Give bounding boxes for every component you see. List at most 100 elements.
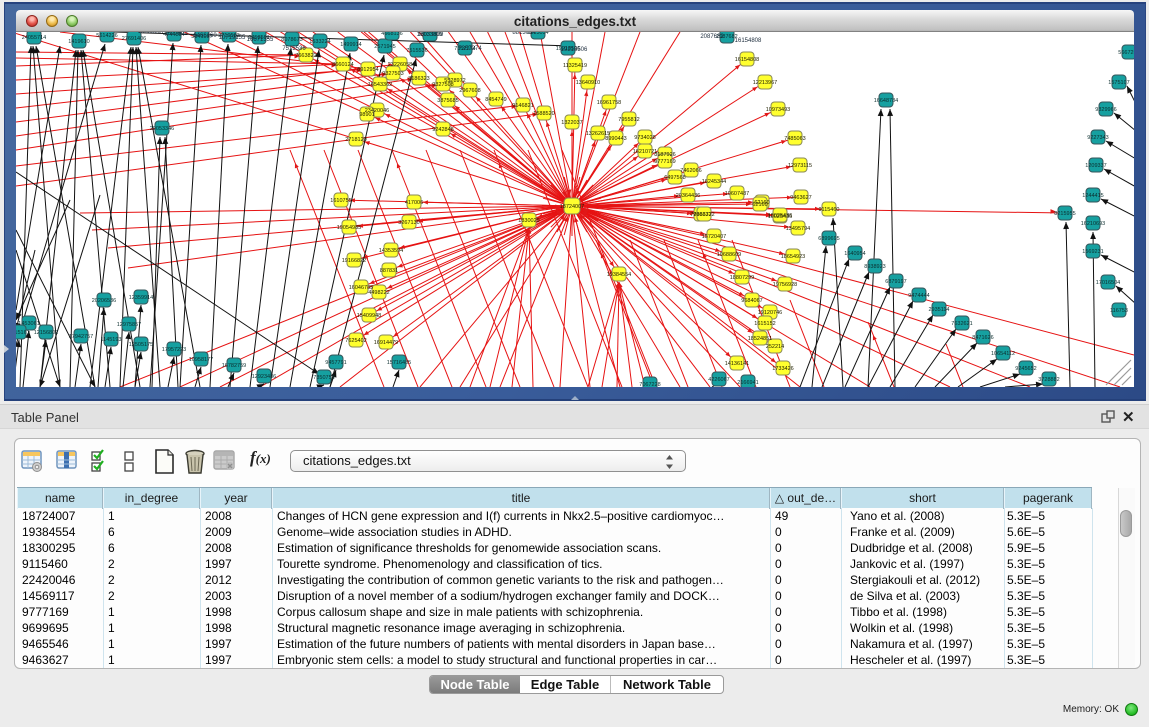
svg-text:887831: 887831: [380, 268, 398, 274]
svg-text:19120746: 19120746: [758, 310, 782, 316]
svg-text:27691406: 27691406: [122, 36, 146, 42]
svg-text:1615152: 1615152: [754, 321, 775, 327]
svg-text:8471626: 8471626: [972, 335, 993, 341]
svg-text:12923486: 12923486: [252, 374, 276, 380]
svg-text:16648784: 16648784: [874, 98, 898, 104]
svg-text:12975857: 12975857: [117, 322, 141, 328]
svg-text:8186323: 8186323: [408, 76, 429, 82]
svg-text:10973493: 10973493: [766, 107, 790, 113]
svg-text:5667265: 5667265: [1118, 50, 1134, 56]
svg-text:3728882: 3728882: [1038, 377, 1059, 383]
svg-text:7067228: 7067228: [639, 382, 660, 387]
svg-text:1419610: 1419610: [68, 39, 89, 45]
svg-text:8215955: 8215955: [1054, 211, 1075, 217]
svg-text:7462066: 7462066: [680, 168, 701, 174]
svg-text:1322037: 1322037: [561, 120, 582, 126]
svg-text:1588520: 1588520: [533, 111, 554, 117]
svg-text:12359914: 12359914: [129, 295, 153, 301]
svg-text:8660124: 8660124: [332, 62, 353, 68]
svg-text:29053346: 29053346: [150, 126, 174, 132]
svg-text:8078673: 8078673: [281, 37, 302, 43]
svg-text:2166941: 2166941: [737, 380, 758, 386]
svg-text:12213967: 12213967: [753, 80, 777, 86]
svg-text:1575107: 1575107: [1108, 80, 1129, 86]
svg-text:13640910: 13640910: [576, 80, 600, 86]
svg-text:16961758: 16961758: [597, 100, 621, 106]
svg-text:10025436: 10025436: [768, 213, 792, 219]
svg-text:4498222: 4498222: [368, 290, 389, 296]
svg-text:6497568: 6497568: [664, 175, 685, 181]
svg-text:7955812: 7955812: [618, 117, 639, 123]
svg-text:6466160: 6466160: [193, 33, 217, 39]
svg-text:11325419: 11325419: [563, 63, 587, 69]
svg-text:9242848: 9242848: [432, 127, 453, 133]
svg-text:1244415: 1244415: [1082, 193, 1103, 199]
svg-text:6899695: 6899695: [818, 236, 839, 242]
svg-text:10853267: 10853267: [138, 32, 165, 35]
svg-text:417006: 417006: [405, 200, 423, 206]
svg-text:6879197: 6879197: [885, 279, 906, 285]
svg-text:1569231: 1569231: [1082, 249, 1103, 255]
svg-text:8813054: 8813054: [512, 32, 536, 36]
svg-text:17016504: 17016504: [1096, 280, 1120, 286]
svg-text:7515536: 7515536: [406, 48, 427, 54]
svg-text:2718120: 2718120: [345, 137, 366, 143]
svg-text:7632621: 7632621: [951, 321, 972, 327]
svg-text:18524851: 18524851: [748, 336, 772, 342]
svg-text:7357274: 7357274: [458, 46, 482, 52]
svg-text:8912954: 8912954: [357, 67, 378, 73]
svg-text:2571945: 2571945: [374, 44, 395, 50]
svg-text:1830029: 1830029: [518, 218, 539, 224]
svg-text:9329966: 9329966: [1095, 107, 1116, 113]
svg-text:19756928: 19756928: [773, 282, 797, 288]
svg-text:3875685: 3875685: [437, 98, 458, 104]
svg-text:14353594: 14353594: [379, 248, 403, 254]
svg-text:2967608: 2967608: [459, 88, 480, 94]
svg-text:8990443: 8990443: [605, 136, 626, 142]
svg-text:20206536: 20206536: [92, 298, 116, 304]
svg-text:18807299: 18807299: [730, 275, 754, 281]
svg-text:9327503: 9327503: [382, 71, 403, 77]
svg-text:14136141: 14136141: [725, 361, 749, 367]
svg-text:10607487: 10607487: [725, 191, 749, 197]
svg-text:16210693: 16210693: [1081, 221, 1105, 227]
svg-text:10719155: 10719155: [219, 35, 246, 41]
svg-text:15716485: 15716485: [387, 360, 411, 366]
svg-text:16154808: 16154808: [735, 57, 759, 63]
svg-text:9457791: 9457791: [325, 360, 346, 366]
svg-text:2087682: 2087682: [700, 34, 724, 40]
svg-text:12973115: 12973115: [788, 163, 812, 169]
svg-text:98901: 98901: [359, 112, 374, 118]
svg-text:16543362: 16543362: [368, 82, 392, 88]
svg-text:18724007: 18724007: [560, 204, 584, 210]
svg-text:116753: 116753: [1110, 308, 1128, 314]
svg-text:17957223: 17957223: [162, 347, 186, 353]
svg-text:15409948: 15409948: [357, 313, 381, 319]
svg-text:4668136: 4668136: [381, 32, 402, 37]
svg-text:10654112: 10654112: [991, 351, 1015, 357]
svg-text:5614226: 5614226: [96, 33, 117, 39]
svg-text:10958177: 10958177: [189, 357, 213, 363]
svg-text:10688609: 10688609: [717, 252, 741, 258]
svg-text:16914479: 16914479: [374, 340, 398, 346]
svg-text:1453061: 1453061: [18, 321, 39, 327]
svg-text:3915161: 3915161: [16, 330, 30, 336]
svg-text:1610755: 1610755: [330, 198, 351, 204]
svg-text:19218506: 19218506: [561, 47, 588, 53]
svg-text:16671355: 16671355: [247, 37, 274, 43]
svg-text:18654923: 18654923: [781, 254, 805, 260]
svg-text:23226058: 23226058: [388, 62, 412, 68]
svg-text:1640954: 1640954: [844, 251, 865, 257]
svg-text:1733426: 1733426: [772, 366, 793, 372]
svg-text:9115460: 9115460: [818, 207, 839, 213]
svg-text:9734028: 9734028: [634, 135, 655, 141]
svg-text:2935114: 2935114: [928, 307, 949, 313]
svg-text:9327508: 9327508: [432, 82, 453, 88]
svg-text:17942757: 17942757: [69, 334, 93, 340]
svg-text:8187926: 8187926: [654, 152, 675, 158]
svg-text:13495794: 13495794: [786, 226, 810, 232]
svg-text:7986372: 7986372: [693, 212, 714, 218]
svg-text:3267130: 3267130: [398, 220, 419, 226]
svg-text:1527602: 1527602: [164, 32, 188, 37]
svg-text:24055714: 24055714: [22, 35, 46, 41]
